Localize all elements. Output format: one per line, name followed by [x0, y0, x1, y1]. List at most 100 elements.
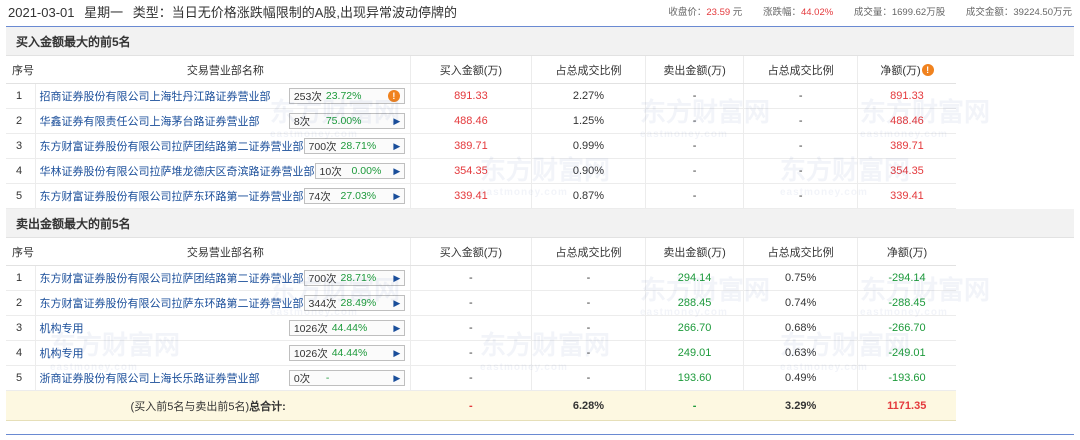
buy-amount: 389.71 [410, 133, 532, 159]
net-amount: -193.60 [857, 365, 956, 391]
sell-ratio: 0.74% [743, 290, 859, 316]
table-row: 5 东方财富证券股份有限公司拉萨东环路第一证券营业部 74次 27.03% ▶ 339.4… [6, 183, 1074, 209]
col-buy-pct: 占总成交比例 [531, 55, 647, 84]
buy-ratio: - [531, 265, 647, 291]
sell-ratio: 0.63% [743, 340, 859, 366]
header-bar: 2021-03-01 星期一 类型：当日无价格涨跌幅限制的A股,出现异常波动停牌… [6, 0, 1074, 22]
broker-link[interactable]: 东方财富证券股份有限公司拉萨东环路第一证券营业部 [40, 188, 304, 204]
buy-ratio: 2.27% [531, 83, 647, 109]
buy-ratio: - [531, 315, 647, 341]
appear-count: 0次 [293, 372, 311, 385]
net-amount: 488.46 [857, 108, 956, 134]
broker-link[interactable]: 机构专用 [40, 320, 84, 336]
expand-arrow-icon[interactable]: ▶ [390, 141, 404, 152]
footer-divider [6, 434, 1074, 435]
sell-amount: 266.70 [645, 315, 745, 341]
broker-stats-badge[interactable]: 74次 27.03% ▶ [303, 188, 405, 204]
net-amount: -266.70 [857, 315, 956, 341]
total-buy: - [410, 390, 532, 421]
broker-link[interactable]: 东方财富证券股份有限公司拉萨团结路第二证券营业部 [40, 270, 304, 286]
sell-ratio: - [743, 183, 859, 209]
sell-amount: 193.60 [645, 365, 745, 391]
win-rate: 44.44% [331, 322, 368, 334]
sell-amount: 294.14 [645, 265, 745, 291]
page-title: 2021-03-01 星期一 类型：当日无价格涨跌幅限制的A股,出现异常波动停牌… [8, 2, 463, 21]
broker-stats-badge[interactable]: 700次 28.71% ▶ [303, 138, 405, 154]
appear-count: 344次 [308, 297, 337, 310]
expand-arrow-icon[interactable]: ▶ [390, 273, 404, 284]
appear-count: 1026次 [293, 347, 328, 360]
broker-cell: 东方财富证券股份有限公司拉萨团结路第二证券营业部 700次 28.71% ▶ [35, 265, 411, 291]
broker-link[interactable]: 华林证券股份有限公司拉萨堆龙德庆区奇滨路证券营业部 [40, 163, 315, 179]
buy-amount: 354.35 [410, 158, 532, 184]
table-body: 买入金额最大的前5名 序号 交易营业部名称 买入金额(万) 占总成交比例 卖出金… [6, 27, 1074, 421]
expand-arrow-icon[interactable]: ▶ [390, 166, 404, 177]
row-index: 1 [6, 83, 36, 109]
col-name: 交易营业部名称 [186, 64, 264, 77]
buy-ratio: 0.87% [531, 183, 647, 209]
table-row: 2 东方财富证券股份有限公司拉萨东环路第二证券营业部 344次 28.49% ▶ - -28… [6, 290, 1074, 316]
appear-count: 253次 [293, 90, 322, 103]
broker-cell: 华林证券股份有限公司拉萨堆龙德庆区奇滨路证券营业部 10次 0.00% ▶ [35, 158, 411, 184]
sell-amount: - [645, 183, 745, 209]
row-index: 5 [6, 183, 36, 209]
win-rate: 27.03% [340, 190, 377, 202]
stat-volume: 成交量：1699.62万股 [853, 7, 946, 18]
win-rate: 28.71% [340, 140, 377, 152]
col-sell-pct: 占总成交比例 [743, 55, 859, 84]
total-row: (买入前5名与卖出前5名)总合计: -6.28% -3.29% 1171.35 [6, 390, 1074, 421]
appear-count: 700次 [308, 140, 337, 153]
broker-link[interactable]: 华鑫证券有限责任公司上海茅台路证券营业部 [40, 113, 260, 129]
broker-link[interactable]: 机构专用 [40, 345, 84, 361]
net-amount: -294.14 [857, 265, 956, 291]
total-sell: - [645, 390, 744, 421]
net-amount: 339.41 [857, 183, 956, 209]
sell-ratio: - [743, 108, 859, 134]
broker-stats-badge[interactable]: 0次 - ▶ [288, 370, 405, 386]
broker-stats-badge[interactable]: 1026次 44.44% ▶ [288, 320, 405, 336]
appear-count: 10次 [319, 165, 342, 178]
broker-stats-badge[interactable]: 253次 23.72%! [288, 88, 405, 104]
total-label: (买入前5名与卖出前5名)总合计: [6, 390, 411, 421]
row-index: 5 [6, 365, 36, 391]
broker-link[interactable]: 东方财富证券股份有限公司拉萨团结路第二证券营业部 [40, 138, 304, 154]
appear-count: 700次 [308, 272, 337, 285]
net-amount: 389.71 [857, 133, 956, 159]
broker-link[interactable]: 招商证券股份有限公司上海牡丹江路证券营业部 [40, 88, 271, 104]
warn-icon[interactable]: ! [921, 63, 934, 76]
expand-arrow-icon[interactable]: ▶ [390, 323, 404, 334]
col-sell[interactable]: 卖出金额(万) [645, 237, 745, 266]
expand-arrow-icon[interactable]: ▶ [390, 116, 404, 127]
expand-arrow-icon[interactable]: ▶ [390, 373, 404, 384]
buy-ratio: 0.90% [531, 158, 647, 184]
col-buy[interactable]: 买入金额(万) [410, 237, 532, 266]
sell-ratio: - [743, 83, 859, 109]
broker-link[interactable]: 浙商证券股份有限公司上海长乐路证券营业部 [40, 370, 260, 386]
broker-link[interactable]: 东方财富证券股份有限公司拉萨东环路第二证券营业部 [40, 295, 304, 311]
sell-amount: 249.01 [645, 340, 745, 366]
buy-ratio: 1.25% [531, 108, 647, 134]
win-rate: 28.71% [340, 272, 377, 284]
col-name: 交易营业部名称 [186, 246, 264, 259]
broker-stats-badge[interactable]: 700次 28.71% ▶ [303, 270, 405, 286]
row-index: 2 [6, 108, 36, 134]
broker-stats-badge[interactable]: 8次 75.00% ▶ [288, 113, 405, 129]
sell-amount: - [645, 108, 745, 134]
col-buy[interactable]: 买入金额(万) [410, 55, 532, 84]
broker-stats-badge[interactable]: 1026次 44.44% ▶ [288, 345, 405, 361]
expand-arrow-icon[interactable]: ▶ [390, 298, 404, 309]
sell-amount: - [645, 83, 745, 109]
buy-ratio: - [531, 290, 647, 316]
broker-stats-badge[interactable]: 10次 0.00% ▶ [314, 163, 405, 179]
col-sell[interactable]: 卖出金额(万) [645, 55, 745, 84]
lhb-table: 买入金额最大的前5名 序号 交易营业部名称 买入金额(万) 占总成交比例 卖出金… [6, 27, 1074, 421]
win-rate: - [325, 372, 330, 384]
expand-arrow-icon[interactable]: ▶ [390, 191, 404, 202]
buy-amount: 339.41 [410, 183, 532, 209]
warn-icon[interactable]: ! [387, 90, 400, 102]
expand-arrow-icon[interactable]: ▶ [390, 348, 404, 359]
broker-stats-badge[interactable]: 344次 28.49% ▶ [303, 295, 405, 311]
price-stats: 收盘价：23.59 元 涨跌幅：44.02% 成交量：1699.62万股 成交金… [650, 4, 1072, 18]
buy-amount: - [410, 340, 532, 366]
sell-ratio: - [743, 158, 859, 184]
